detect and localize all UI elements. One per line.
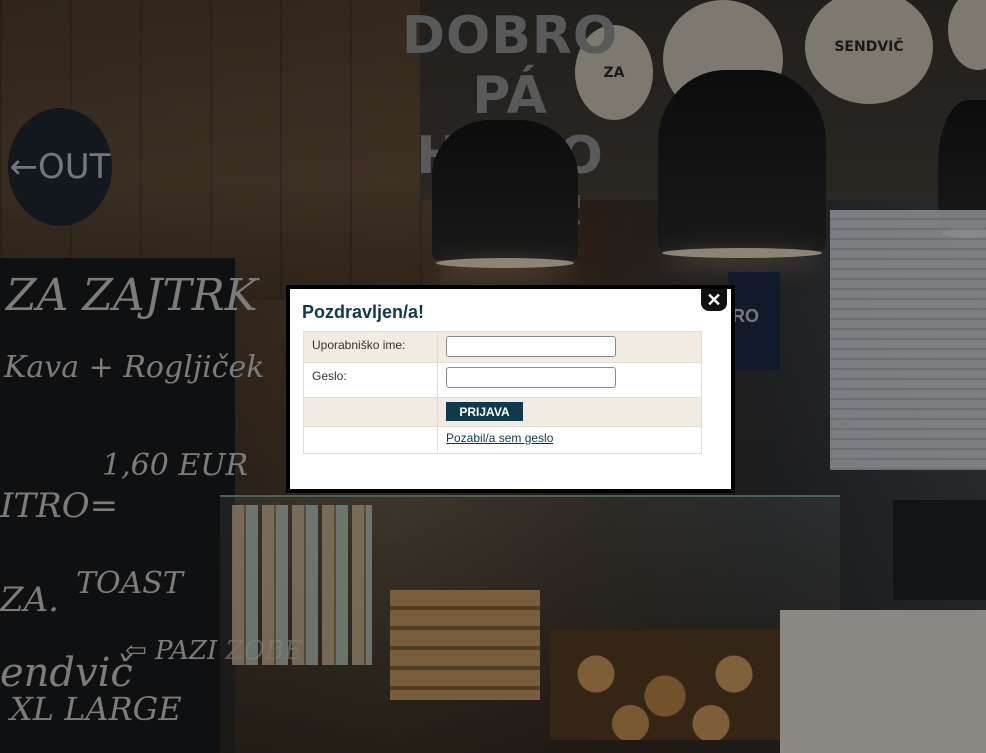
- close-icon[interactable]: ✕: [701, 289, 727, 311]
- username-label: Uporabniško ime:: [303, 331, 438, 363]
- login-button[interactable]: PRIJAVA: [446, 402, 523, 421]
- password-label: Geslo:: [303, 362, 438, 398]
- dialog-title: Pozdravljen/a!: [302, 302, 425, 322]
- username-row: Uporabniško ime:: [303, 331, 702, 363]
- username-input[interactable]: [446, 336, 616, 357]
- login-dialog: ✕ Pozdravljen/a! Uporabniško ime: Geslo:…: [286, 285, 735, 493]
- forgot-row: Pozabil/a sem geslo: [303, 426, 702, 454]
- submit-row: PRIJAVA: [303, 397, 702, 427]
- login-form: Uporabniško ime: Geslo: PRIJAVA Pozabil/…: [303, 331, 702, 454]
- password-row: Geslo:: [303, 362, 702, 398]
- forgot-password-link[interactable]: Pozabil/a sem geslo: [446, 431, 553, 445]
- password-input[interactable]: [446, 367, 616, 388]
